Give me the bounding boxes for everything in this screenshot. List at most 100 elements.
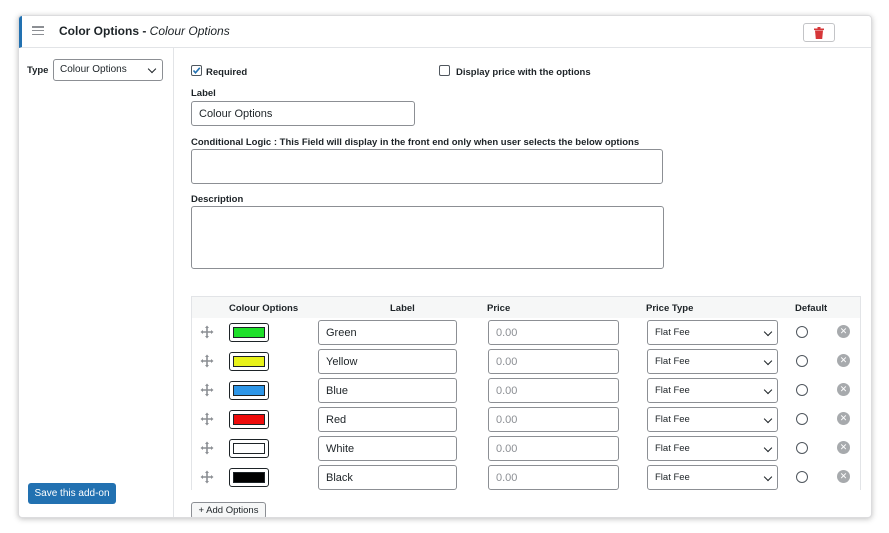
display-price-label: Display price with the options [456, 67, 591, 78]
option-label-value: Yellow [326, 355, 358, 368]
option-label-input[interactable]: White [318, 436, 457, 461]
required-label: Required [206, 67, 248, 78]
remove-option-icon[interactable]: ✕ [837, 383, 850, 396]
col-header-colour: Colour Options [229, 303, 299, 314]
drag-handle-icon[interactable] [200, 325, 214, 339]
default-radio[interactable] [796, 326, 808, 338]
option-label-value: Blue [326, 384, 349, 397]
default-radio[interactable] [796, 355, 808, 367]
required-checkbox[interactable] [191, 65, 202, 76]
remove-option-icon[interactable]: ✕ [837, 354, 850, 367]
menu-icon[interactable] [32, 26, 44, 35]
color-picker[interactable] [229, 468, 269, 487]
price-type-value: Flat Fee [655, 356, 690, 367]
option-price-input[interactable]: 0.00 [488, 320, 619, 345]
chevron-down-icon [763, 327, 773, 337]
drag-handle-icon[interactable] [200, 441, 214, 455]
option-label-input[interactable]: Yellow [318, 349, 457, 374]
color-picker[interactable] [229, 439, 269, 458]
price-type-select[interactable]: Flat Fee [647, 378, 778, 403]
description-textarea[interactable] [191, 206, 664, 269]
description-heading: Description [191, 194, 244, 205]
conditional-logic-input[interactable] [191, 149, 663, 184]
delete-button[interactable] [803, 23, 835, 42]
option-price-input[interactable]: 0.00 [488, 378, 619, 403]
option-price-input[interactable]: 0.00 [488, 349, 619, 374]
add-options-button[interactable]: + Add Options [191, 502, 266, 517]
price-type-value: Flat Fee [655, 385, 690, 396]
option-label-input[interactable]: Black [318, 465, 457, 490]
drag-handle-icon[interactable] [200, 354, 214, 368]
addon-header: Color Options - Colour Options [19, 16, 871, 48]
drag-handle-icon[interactable] [200, 412, 214, 426]
price-type-select[interactable]: Flat Fee [647, 349, 778, 374]
option-label-value: Red [326, 413, 347, 426]
remove-option-icon[interactable]: ✕ [837, 470, 850, 483]
option-label-value: Black [326, 471, 353, 484]
price-type-select[interactable]: Flat Fee [647, 407, 778, 432]
option-label-input[interactable]: Red [318, 407, 457, 432]
option-price-placeholder: 0.00 [496, 471, 518, 484]
addon-sidebar [19, 48, 174, 517]
option-row: Black 0.00 Flat Fee ✕ [192, 463, 860, 492]
option-price-placeholder: 0.00 [496, 326, 518, 339]
chevron-down-icon [763, 443, 773, 453]
option-row: White 0.00 Flat Fee ✕ [192, 434, 860, 463]
color-picker[interactable] [229, 410, 269, 429]
label-input[interactable]: Colour Options [191, 101, 415, 126]
checkmark-icon [192, 67, 201, 75]
save-addon-button[interactable]: Save this add-on [28, 483, 116, 504]
price-type-select[interactable]: Flat Fee [647, 436, 778, 461]
option-row: Blue 0.00 Flat Fee ✕ [192, 376, 860, 405]
col-header-default: Default [795, 303, 828, 314]
color-picker[interactable] [229, 381, 269, 400]
price-type-select[interactable]: Flat Fee [647, 320, 778, 345]
price-type-value: Flat Fee [655, 472, 690, 483]
color-swatch [233, 385, 265, 396]
color-swatch [233, 443, 265, 454]
color-picker[interactable] [229, 323, 269, 342]
options-table: Colour Options Label Price Price Type De… [191, 296, 861, 492]
option-label-value: White [326, 442, 355, 455]
option-price-input[interactable]: 0.00 [488, 465, 619, 490]
default-radio[interactable] [796, 413, 808, 425]
option-row: Green 0.00 Flat Fee ✕ [192, 318, 860, 347]
col-header-label: Label [390, 303, 415, 314]
default-radio[interactable] [796, 442, 808, 454]
display-price-checkbox[interactable] [439, 65, 450, 76]
color-picker[interactable] [229, 352, 269, 371]
addon-title-italic: Colour Options [149, 24, 230, 38]
color-swatch [233, 356, 265, 367]
addon-panel: Color Options - Colour Options Type Colo… [18, 15, 872, 518]
label-heading: Label [191, 88, 216, 99]
conditional-logic-heading: Conditional Logic : This Field will disp… [191, 137, 640, 148]
color-swatch [233, 472, 265, 483]
drag-handle-icon[interactable] [200, 383, 214, 397]
remove-option-icon[interactable]: ✕ [837, 412, 850, 425]
chevron-down-icon [763, 356, 773, 366]
option-price-input[interactable]: 0.00 [488, 436, 619, 461]
col-header-price: Price [487, 303, 511, 314]
default-radio[interactable] [796, 384, 808, 396]
type-select[interactable]: Colour Options [53, 59, 163, 81]
option-price-input[interactable]: 0.00 [488, 407, 619, 432]
price-type-value: Flat Fee [655, 414, 690, 425]
chevron-down-icon [763, 385, 773, 395]
label-input-value: Colour Options [199, 107, 273, 120]
option-label-value: Green [326, 326, 357, 339]
price-type-value: Flat Fee [655, 443, 690, 454]
option-label-input[interactable]: Blue [318, 378, 457, 403]
default-radio[interactable] [796, 471, 808, 483]
chevron-down-icon [763, 414, 773, 424]
option-row: Yellow 0.00 Flat Fee ✕ [192, 347, 860, 376]
remove-option-icon[interactable]: ✕ [837, 441, 850, 454]
chevron-down-icon [147, 64, 157, 74]
remove-option-icon[interactable]: ✕ [837, 325, 850, 338]
type-label: Type [27, 65, 49, 76]
price-type-select[interactable]: Flat Fee [647, 465, 778, 490]
drag-handle-icon[interactable] [200, 470, 214, 484]
type-select-value: Colour Options [60, 64, 127, 75]
option-label-input[interactable]: Green [318, 320, 457, 345]
addon-title-main: Color Options - [59, 24, 147, 38]
option-price-placeholder: 0.00 [496, 355, 518, 368]
